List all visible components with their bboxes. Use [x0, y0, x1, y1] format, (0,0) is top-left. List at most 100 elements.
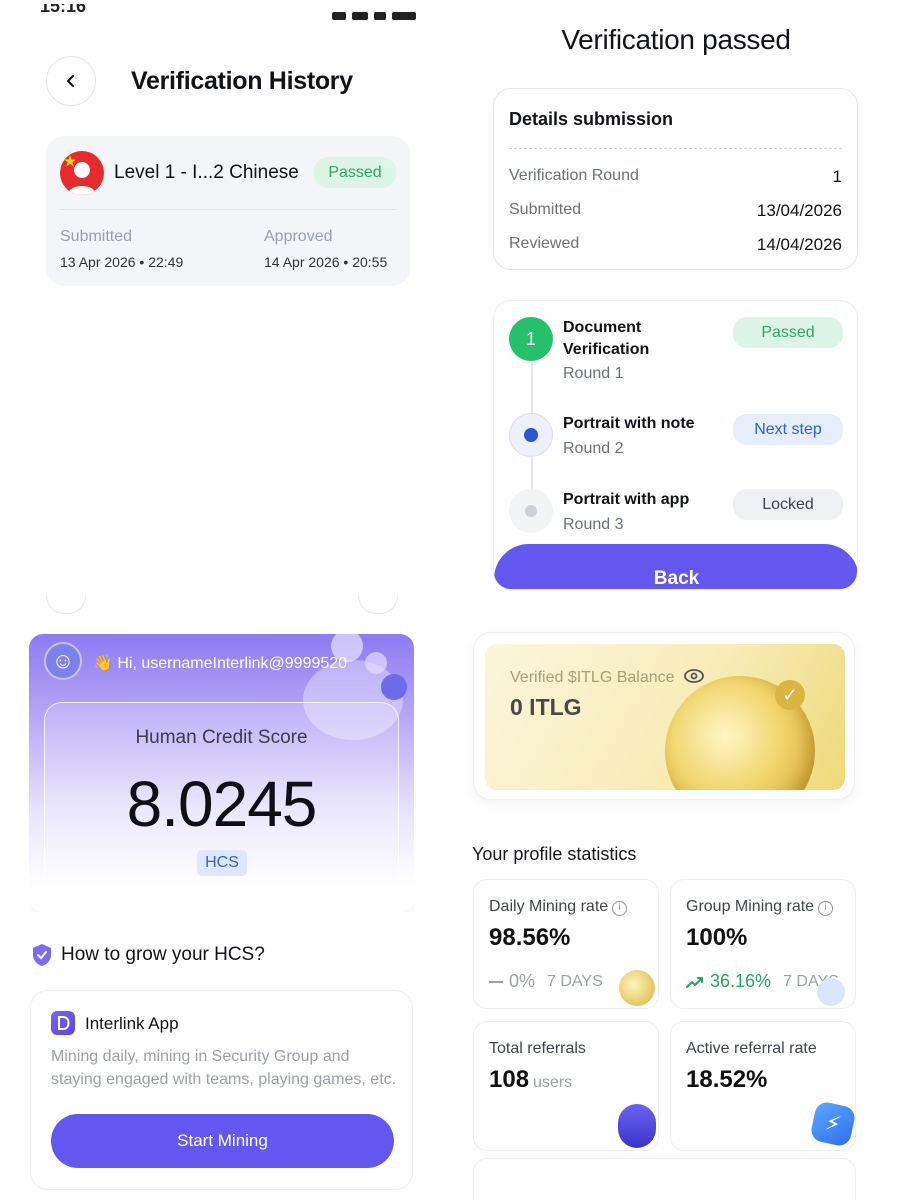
stat-label: Active referral rate: [686, 1040, 817, 1057]
stat-label: Group Mining rate i: [686, 898, 834, 916]
group-mining-card[interactable]: Group Mining rate i 100% 36.16% 7 DAYS: [670, 879, 856, 1009]
stat-label-text: Group Mining rate: [686, 898, 815, 915]
stat-value: 100%: [686, 924, 748, 951]
details-row: Submitted 13/04/2026: [509, 201, 842, 221]
balance-label-text: Verified $ITLG Balance: [510, 669, 675, 686]
app-description: Mining daily, mining in Security Group a…: [51, 1048, 397, 1088]
status-badge: Passed: [314, 157, 396, 188]
approved-value: 14 Apr 2026 • 20:55: [264, 254, 388, 270]
lightning-icon: ⚡: [809, 1100, 855, 1148]
status-icons: [332, 12, 416, 20]
shield-badge-icon: [381, 674, 407, 700]
details-row: Verification Round 1: [509, 167, 842, 187]
dashed-divider: [509, 148, 842, 149]
hcs-unit-badge: HCS: [197, 850, 247, 876]
details-key: Submitted: [509, 201, 582, 218]
info-icon[interactable]: i: [818, 901, 834, 916]
app-name: Interlink App: [85, 1014, 179, 1033]
balance-inner: Verified $ITLG Balance 0 ITLG ✓: [485, 644, 845, 790]
battery-icon: [392, 12, 416, 20]
step-title: Portrait with app: [563, 491, 690, 508]
stats-title: Your profile statistics: [472, 844, 637, 864]
details-value: 13/04/2026: [756, 201, 842, 220]
step-status-badge: Locked: [733, 489, 843, 520]
step-round: Round 2: [563, 440, 624, 457]
step-status-badge: Passed: [733, 317, 843, 348]
submitted-label: Submitted: [60, 228, 133, 245]
verification-level-label: Level 1 - I...2 Chinese: [114, 162, 299, 183]
stat-period: 7 DAYS: [547, 972, 603, 990]
stat-value-number: 108: [489, 1066, 530, 1093]
step-locked-icon: [509, 489, 553, 533]
stat-change: 0% 7 DAYS: [489, 971, 603, 992]
notification-icon: [332, 12, 346, 20]
decor-bubble: [365, 652, 387, 674]
china-flag-avatar-icon: [60, 151, 104, 195]
grow-hcs-title: How to grow your HCS?: [61, 944, 265, 965]
nav-button-ghost: [358, 596, 398, 614]
interlink-app-card: Interlink App Mining daily, mining in Se…: [30, 990, 413, 1190]
user-figure-icon: [618, 1104, 656, 1148]
stat-label-text: Daily Mining rate: [489, 898, 609, 915]
stat-unit: users: [533, 1074, 573, 1091]
status-time: 15:16: [40, 4, 87, 16]
greeting: 👋 Hi, usernameInterlink@9999520: [93, 655, 348, 672]
submitted-value: 13 Apr 2026 • 22:49: [60, 254, 184, 270]
back-button[interactable]: Back: [494, 544, 857, 589]
details-value: 14/04/2026: [756, 235, 842, 254]
stat-change-value: 36.16%: [710, 971, 772, 991]
avatar[interactable]: ☺: [44, 642, 82, 680]
details-heading: Details submission: [509, 109, 674, 129]
details-key: Reviewed: [509, 235, 580, 252]
group-avatars-icon: [817, 978, 845, 1006]
details-card: Details submission Verification Round 1 …: [493, 88, 858, 270]
interlink-logo-icon: [51, 1011, 75, 1035]
signal-icon: [352, 12, 368, 20]
shield-check-icon: [31, 943, 53, 972]
step-title: Portrait with note: [563, 415, 695, 432]
step-round: Round 1: [563, 365, 624, 382]
step-round: Round 3: [563, 516, 624, 533]
trend-up-icon: [686, 976, 703, 988]
wifi-icon: [374, 12, 386, 20]
balance-label: Verified $ITLG Balance: [510, 668, 705, 687]
eye-icon[interactable]: [683, 668, 705, 684]
hcs-score-panel: Human Credit Score 8.0245 HCS: [44, 702, 399, 902]
stat-label: Total referrals: [489, 1040, 586, 1057]
total-referrals-card[interactable]: Total referrals 108 users: [473, 1021, 659, 1151]
step-current-icon: [509, 413, 553, 457]
approved-label: Approved: [264, 228, 333, 245]
next-stat-card: [473, 1158, 856, 1200]
step-title: Document Verification: [563, 319, 650, 358]
info-icon[interactable]: i: [612, 901, 628, 916]
page-title: Verification History: [131, 67, 353, 95]
stat-change-value: 0%: [509, 971, 536, 991]
stat-value: 18.52%: [686, 1066, 768, 1093]
next-step-button[interactable]: Next step: [733, 414, 843, 445]
details-value: 1: [832, 167, 842, 186]
hcs-label: Human Credit Score: [135, 727, 308, 748]
status-bar: 15:16: [40, 4, 416, 24]
details-row: Reviewed 14/04/2026: [509, 235, 842, 255]
verification-title: Verification passed: [561, 24, 791, 55]
active-referral-card[interactable]: Active referral rate 18.52% ⚡: [670, 1021, 856, 1151]
verification-history-card[interactable]: Level 1 - I...2 Chinese Passed Submitted…: [46, 136, 410, 286]
chevron-left-icon: [67, 75, 74, 87]
hcs-section: ☺ 👋 Hi, usernameInterlink@9999520 Human …: [29, 596, 414, 912]
coin-icon: [619, 970, 655, 1006]
daily-mining-card[interactable]: Daily Mining rate i 98.56% 0% 7 DAYS: [473, 879, 659, 1009]
flat-trend-icon: [489, 980, 503, 983]
hcs-score: 8.0245: [126, 768, 318, 840]
verified-check-icon: ✓: [775, 680, 805, 710]
verification-steps-card: 1 Document Verification Round 1 Passed P…: [493, 300, 858, 590]
stat-value: 108 users: [489, 1066, 572, 1094]
balance-value: 0 ITLG: [510, 694, 582, 720]
stat-label: Daily Mining rate i: [489, 898, 628, 916]
start-mining-button[interactable]: Start Mining: [51, 1114, 394, 1168]
stat-change: 36.16% 7 DAYS: [686, 971, 839, 992]
details-key: Verification Round: [509, 167, 639, 184]
nav-button-ghost: [46, 596, 86, 614]
step-number: 1: [509, 317, 553, 361]
back-button[interactable]: [46, 56, 96, 106]
hcs-card: ☺ 👋 Hi, usernameInterlink@9999520 Human …: [29, 634, 414, 912]
